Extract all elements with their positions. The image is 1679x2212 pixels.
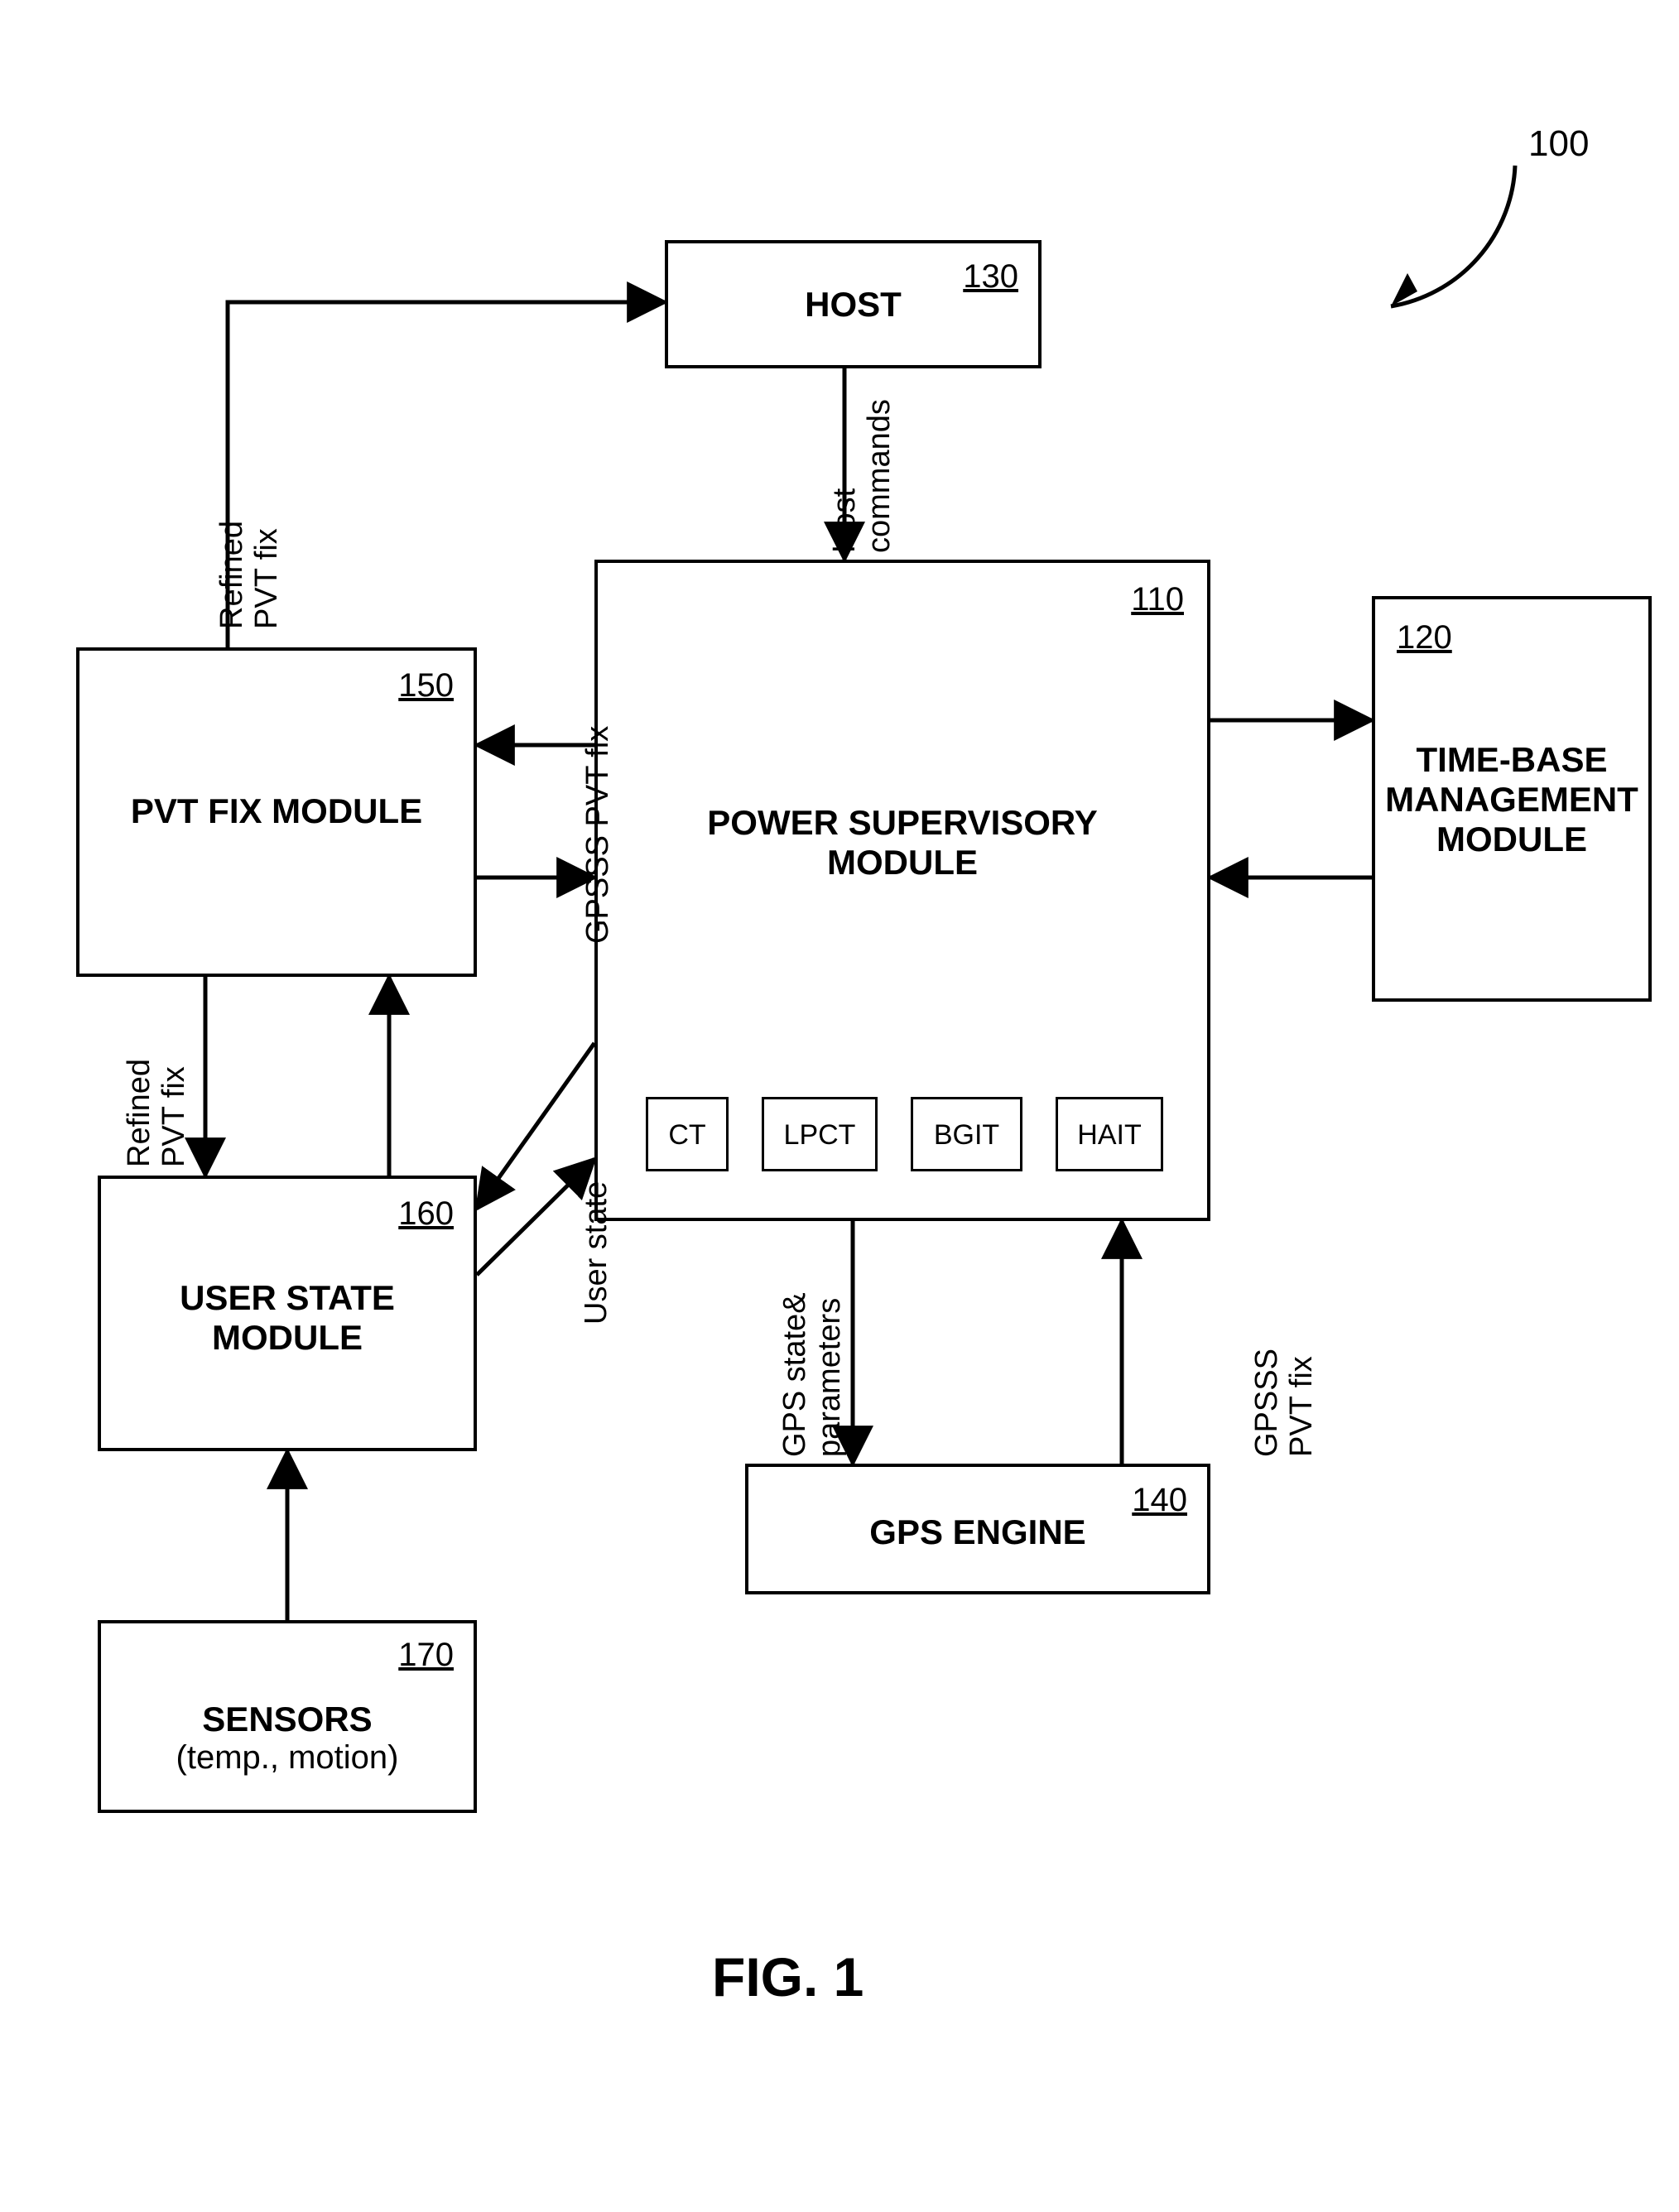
system-ref-leader — [1391, 166, 1515, 306]
connectors — [0, 0, 1679, 2212]
arrow-label-refined-to-userstate: Refined PVT fix — [123, 1059, 192, 1167]
diagram-canvas: 130 HOST 110 POWER SUPERVISORY MODULE CT… — [0, 0, 1679, 2212]
figure-caption: FIG. 1 — [712, 1945, 864, 2008]
arrow-label-gps-state: GPS state& parameters — [778, 1292, 848, 1457]
system-ref: 100 — [1528, 124, 1589, 164]
arrow-label-host-commands: Host commands — [828, 399, 897, 553]
arrow-label-userstate: User state — [580, 1181, 614, 1325]
arrow-label-refined-to-host: Refined PVT fix — [215, 521, 285, 629]
arrow-label-gps-to-psm: GPSSS PVT fix — [1250, 1349, 1320, 1457]
arrow-label-psm-to-pvtfix: GPSSS PVT fix — [581, 726, 616, 944]
